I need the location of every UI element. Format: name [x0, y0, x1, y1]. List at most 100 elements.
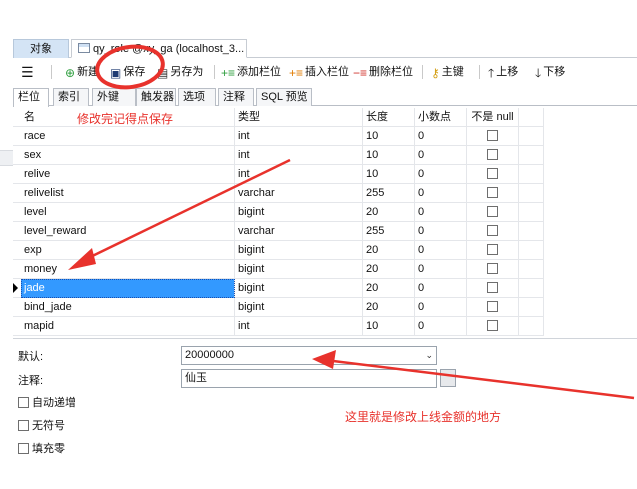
zerofill-checkbox[interactable] [18, 443, 29, 454]
field-type-cell[interactable]: bigint [235, 260, 363, 279]
chevron-down-icon[interactable]: ⌄ [425, 347, 433, 364]
move-down-button[interactable]: 🡓 下移 [535, 63, 565, 81]
primary-key-button[interactable]: ⚷ 主键 [431, 63, 464, 81]
field-decimals-cell[interactable]: 0 [415, 298, 467, 317]
field-length-cell[interactable]: 10 [363, 127, 415, 146]
not-null-checkbox[interactable] [487, 244, 498, 255]
table-row[interactable]: bind_jade bigint 20 0 [13, 298, 544, 317]
tab-comment[interactable]: 注释 [218, 88, 254, 106]
table-row[interactable]: relivelist varchar 255 0 [13, 184, 544, 203]
field-name-cell[interactable]: relive [21, 165, 235, 184]
default-value-field[interactable]: 20000000 ⌄ [181, 346, 437, 365]
not-null-checkbox[interactable] [487, 301, 498, 312]
unsigned-checkbox[interactable] [18, 420, 29, 431]
column-header-length[interactable]: 长度 [363, 108, 415, 127]
field-decimals-cell[interactable]: 0 [415, 279, 467, 298]
field-type-cell[interactable]: bigint [235, 298, 363, 317]
not-null-checkbox[interactable] [487, 130, 498, 141]
move-up-button[interactable]: 🡑 上移 [488, 63, 518, 81]
field-type-cell[interactable]: bigint [235, 203, 363, 222]
field-name-cell[interactable]: race [21, 127, 235, 146]
field-name-cell[interactable]: mapid [21, 317, 235, 336]
field-decimals-cell[interactable]: 0 [415, 241, 467, 260]
field-name-cell[interactable]: exp [21, 241, 235, 260]
save-button[interactable]: ▣ 保存 [110, 63, 145, 81]
field-name-cell[interactable]: bind_jade [21, 298, 235, 317]
tab-foreign-keys[interactable]: 外键 [92, 88, 136, 106]
tab-options[interactable]: 选项 [178, 88, 216, 106]
field-length-cell[interactable]: 20 [363, 298, 415, 317]
insert-field-button[interactable]: +≡ 插入栏位 [289, 63, 349, 81]
not-null-checkbox[interactable] [487, 320, 498, 331]
field-decimals-cell[interactable]: 0 [415, 165, 467, 184]
table-row[interactable]: relive int 10 0 [13, 165, 544, 184]
field-extra-cell [519, 241, 544, 260]
unsigned-option[interactable]: 无符号 [18, 417, 65, 433]
table-row[interactable]: race int 10 0 [13, 127, 544, 146]
field-decimals-cell[interactable]: 0 [415, 184, 467, 203]
field-decimals-cell[interactable]: 0 [415, 146, 467, 165]
tab-objects[interactable]: 对象 [13, 39, 69, 58]
tab-indexes[interactable]: 索引 [53, 88, 89, 106]
column-header-decimals[interactable]: 小数点 [415, 108, 467, 127]
field-decimals-cell[interactable]: 0 [415, 203, 467, 222]
tab-table-designer[interactable]: qy_role @xy_ga (localhost_3... [71, 39, 247, 58]
field-name-cell[interactable]: level [21, 203, 235, 222]
field-type-cell[interactable]: varchar [235, 222, 363, 241]
field-length-cell[interactable]: 20 [363, 279, 415, 298]
not-null-checkbox[interactable] [487, 206, 498, 217]
field-type-cell[interactable]: int [235, 165, 363, 184]
comment-field[interactable]: 仙玉 [181, 369, 437, 388]
not-null-checkbox[interactable] [487, 225, 498, 236]
comment-edit-button[interactable] [440, 369, 456, 387]
field-decimals-cell[interactable]: 0 [415, 127, 467, 146]
field-name-cell[interactable]: relivelist [21, 184, 235, 203]
not-null-checkbox[interactable] [487, 282, 498, 293]
tab-fields[interactable]: 栏位 [13, 88, 49, 107]
not-null-checkbox[interactable] [487, 149, 498, 160]
zerofill-option[interactable]: 填充零 [18, 440, 65, 456]
table-row[interactable]: jade bigint 20 0 [13, 279, 544, 298]
not-null-checkbox[interactable] [487, 187, 498, 198]
field-type-cell[interactable]: varchar [235, 184, 363, 203]
tab-triggers[interactable]: 触发器 [136, 88, 176, 106]
table-row[interactable]: mapid int 10 0 [13, 317, 544, 336]
field-length-cell[interactable]: 10 [363, 146, 415, 165]
field-decimals-cell[interactable]: 0 [415, 222, 467, 241]
table-row[interactable]: sex int 10 0 [13, 146, 544, 165]
field-decimals-cell[interactable]: 0 [415, 260, 467, 279]
field-type-cell[interactable]: int [235, 127, 363, 146]
table-row[interactable]: exp bigint 20 0 [13, 241, 544, 260]
field-length-cell[interactable]: 255 [363, 222, 415, 241]
field-length-cell[interactable]: 255 [363, 184, 415, 203]
field-name-cell[interactable]: level_reward [21, 222, 235, 241]
field-decimals-cell[interactable]: 0 [415, 317, 467, 336]
tab-sql-preview[interactable]: SQL 预览 [256, 88, 312, 106]
column-header-not-null[interactable]: 不是 null [467, 108, 519, 127]
not-null-checkbox[interactable] [487, 263, 498, 274]
table-row[interactable]: money bigint 20 0 [13, 260, 544, 279]
field-length-cell[interactable]: 20 [363, 260, 415, 279]
not-null-checkbox[interactable] [487, 168, 498, 179]
table-row[interactable]: level bigint 20 0 [13, 203, 544, 222]
auto-increment-checkbox[interactable] [18, 397, 29, 408]
table-row[interactable]: level_reward varchar 255 0 [13, 222, 544, 241]
menu-icon[interactable]: ☰ [21, 63, 34, 81]
new-button[interactable]: ⊕ 新建 [65, 63, 99, 81]
field-type-cell[interactable]: int [235, 146, 363, 165]
field-type-cell[interactable]: int [235, 317, 363, 336]
delete-field-button[interactable]: −≡ 删除栏位 [353, 63, 413, 81]
field-type-cell[interactable]: bigint [235, 241, 363, 260]
field-name-cell[interactable]: sex [21, 146, 235, 165]
column-header-type[interactable]: 类型 [235, 108, 363, 127]
field-type-cell[interactable]: bigint [235, 279, 363, 298]
auto-increment-option[interactable]: 自动递增 [18, 394, 76, 410]
field-length-cell[interactable]: 20 [363, 241, 415, 260]
field-length-cell[interactable]: 10 [363, 165, 415, 184]
field-name-cell[interactable]: jade [21, 279, 235, 298]
field-length-cell[interactable]: 20 [363, 203, 415, 222]
field-length-cell[interactable]: 10 [363, 317, 415, 336]
field-name-cell[interactable]: money [21, 260, 235, 279]
save-as-button[interactable]: ▤ 另存为 [157, 63, 203, 81]
add-field-button[interactable]: +≡ 添加栏位 [221, 63, 281, 81]
